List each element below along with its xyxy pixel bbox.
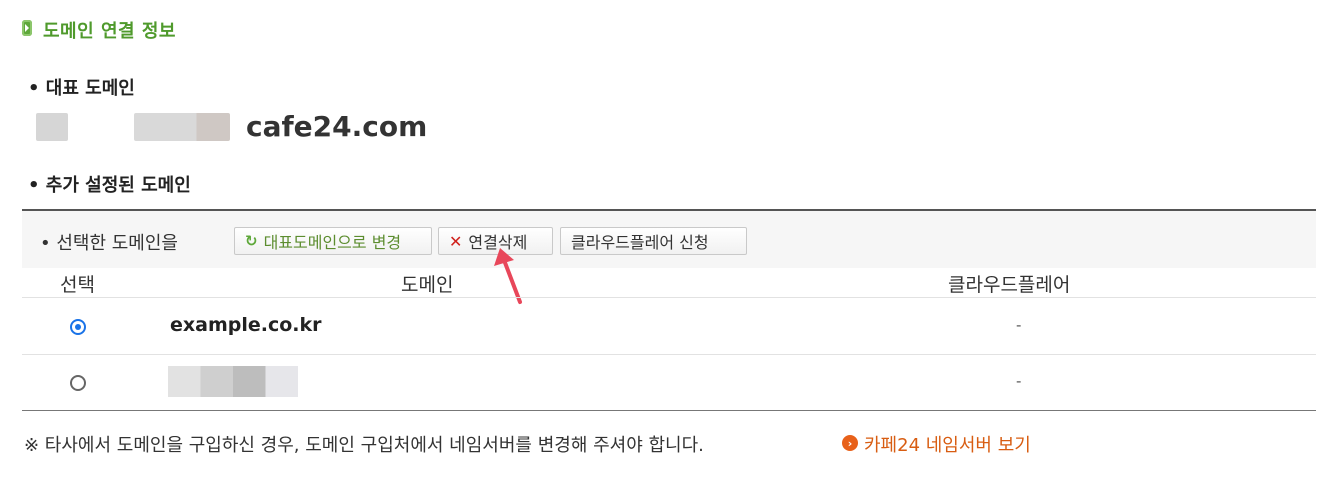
row-select-radio[interactable] <box>70 375 86 391</box>
row-divider <box>22 354 1316 355</box>
selection-action-label: 선택한 도메인을 <box>40 229 178 255</box>
table-bottom-border <box>22 410 1316 411</box>
nameserver-note: ※ 타사에서 도메인을 구입하신 경우, 도메인 구입처에서 네임서버를 변경해… <box>24 435 704 456</box>
set-primary-domain-button[interactable]: ↻ 대표도메인으로 변경 <box>234 227 432 255</box>
section-tab-icon <box>22 20 32 36</box>
set-primary-label: 대표도메인으로 변경 <box>263 233 402 252</box>
close-icon: ✕ <box>449 231 463 251</box>
column-header-domain: 도메인 <box>401 274 454 296</box>
redacted-block <box>168 366 298 397</box>
section-title: 도메인 연결 정보 <box>43 21 176 42</box>
primary-domain-name: cafe24.com <box>246 110 428 143</box>
row-select-radio[interactable] <box>70 319 86 335</box>
chevron-right-icon: › <box>842 435 858 451</box>
column-header-select: 선택 <box>60 274 95 296</box>
cloudflare-status: - <box>1016 316 1022 334</box>
column-header-cloudflare: 클라우드플레어 <box>948 274 1071 296</box>
annotation-arrow-icon <box>494 248 522 304</box>
primary-domain-heading: 대표 도메인 <box>28 74 135 100</box>
redacted-block <box>134 113 230 141</box>
cloudflare-apply-button[interactable]: 클라우드플레어 신청 <box>560 227 747 255</box>
redacted-block <box>36 113 68 141</box>
domain-cell: example.co.kr <box>170 314 322 336</box>
cloudflare-status: - <box>1016 372 1022 390</box>
refresh-icon: ↻ <box>245 232 258 250</box>
row-divider <box>22 297 1316 298</box>
nameserver-link[interactable]: 카페24 네임서버 보기 <box>864 431 1031 457</box>
additional-domains-heading: 추가 설정된 도메인 <box>28 171 191 197</box>
cloudflare-label: 클라우드플레어 신청 <box>571 233 709 252</box>
